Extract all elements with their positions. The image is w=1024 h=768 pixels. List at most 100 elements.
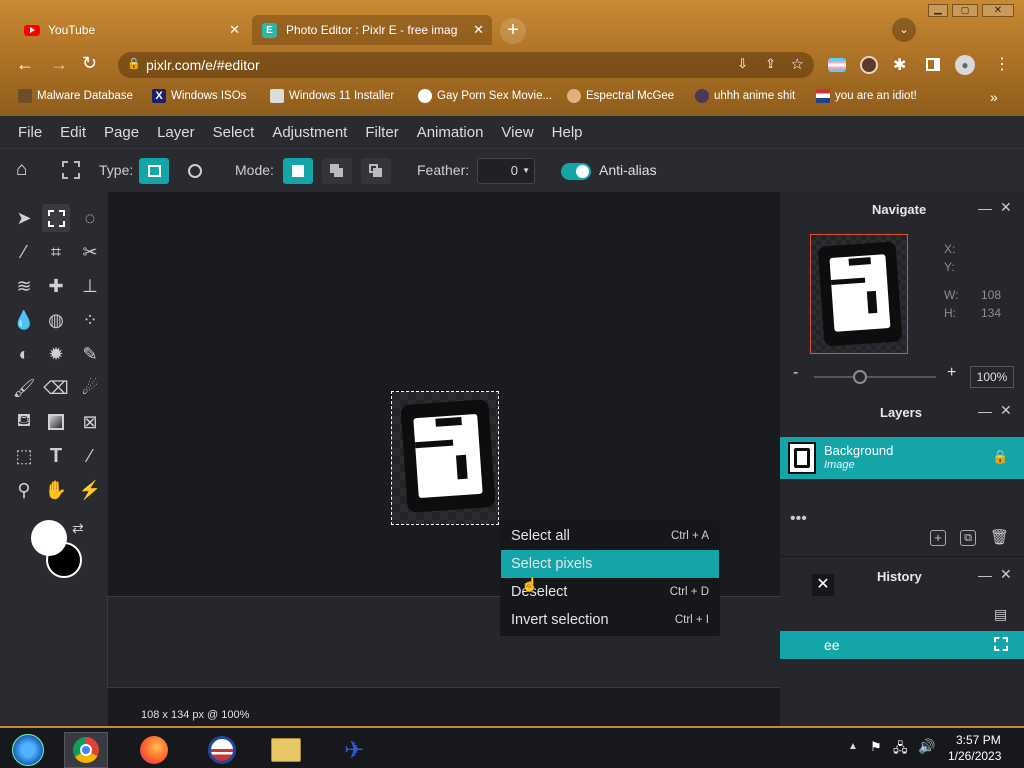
action-center-flag-icon[interactable]: ⚑ xyxy=(870,739,882,755)
taskbar-app[interactable]: ✈ xyxy=(332,732,376,768)
image-canvas[interactable] xyxy=(391,391,499,525)
anti-alias-toggle[interactable] xyxy=(561,163,591,180)
clone-stamp-tool-icon[interactable]: ⊥ xyxy=(76,272,104,300)
new-tab-button[interactable]: + xyxy=(500,18,526,44)
smudge-tool-icon[interactable]: ☄ xyxy=(76,374,104,402)
extensions-puzzle-icon[interactable]: ✱ xyxy=(893,55,906,75)
side-panel-icon[interactable] xyxy=(926,58,940,71)
zoom-input[interactable]: 100% xyxy=(970,366,1014,388)
cutout-tool-icon[interactable]: ✂ xyxy=(76,238,104,266)
start-button[interactable] xyxy=(6,732,50,768)
clock-time[interactable]: 3:57 PM xyxy=(956,733,1001,747)
brush-tool-icon[interactable]: 🖌 xyxy=(10,374,38,402)
menu-select[interactable]: Select xyxy=(213,124,255,141)
close-icon[interactable]: ✕ xyxy=(1000,402,1012,419)
menu-adjustment[interactable]: Adjustment xyxy=(272,124,347,141)
pencil-tool-icon[interactable]: ✎ xyxy=(76,340,104,368)
color-replace-tool-icon[interactable]: ◐ xyxy=(10,340,38,368)
menu-item-invert-selection[interactable]: Invert selection Ctrl + I xyxy=(501,606,719,634)
close-tab-icon[interactable]: ✕ xyxy=(229,22,240,38)
zoom-out-button[interactable]: - xyxy=(793,364,798,382)
tab-search-button[interactable]: ⌄ xyxy=(892,18,916,42)
install-icon[interactable]: ⇩ xyxy=(737,56,748,72)
reload-icon[interactable]: ↻ xyxy=(82,53,97,74)
menu-page[interactable]: Page xyxy=(104,124,139,141)
drawing-tool-icon[interactable]: ⬚ xyxy=(10,442,38,470)
type-ellipse-button[interactable] xyxy=(180,158,210,184)
close-tab-icon[interactable]: ✕ xyxy=(473,22,484,38)
close-panel-button[interactable]: ✕ xyxy=(812,574,834,596)
mode-subtract-button[interactable] xyxy=(361,158,391,184)
mode-new-button[interactable] xyxy=(283,158,313,184)
profile-extension-icon[interactable] xyxy=(860,56,878,74)
address-bar[interactable]: 🔒 pixlr.com/e/#editor ⇩ ⇪ ☆ xyxy=(118,52,814,78)
marquee-select-tool-icon[interactable] xyxy=(42,204,70,232)
gradient-tool-icon[interactable] xyxy=(42,408,70,436)
menu-layer[interactable]: Layer xyxy=(157,124,195,141)
foreground-color-swatch[interactable] xyxy=(31,520,67,556)
navigator-thumbnail[interactable] xyxy=(810,234,908,354)
dodge-tool-icon[interactable]: ⁘ xyxy=(76,306,104,334)
bookmark-windows-isos[interactable]: X Windows ISOs xyxy=(152,89,246,103)
type-rectangle-button[interactable] xyxy=(139,158,169,184)
lasso-tool-icon[interactable]: ◌ xyxy=(76,204,104,232)
menu-edit[interactable]: Edit xyxy=(60,124,86,141)
hand-tool-icon[interactable]: ✋ xyxy=(42,476,70,504)
collapse-icon[interactable]: — xyxy=(978,567,992,583)
clock-date[interactable]: 1/26/2023 xyxy=(948,749,1001,763)
crop-tool-icon[interactable]: ⌗ xyxy=(42,238,70,266)
zoom-slider-track[interactable] xyxy=(814,376,936,378)
fill-tool-icon[interactable]: ⛾ xyxy=(10,408,38,436)
mode-add-button[interactable] xyxy=(322,158,352,184)
duplicate-layer-icon[interactable]: ⧉ xyxy=(960,530,976,546)
collapse-icon[interactable]: — xyxy=(978,403,992,419)
tab-youtube[interactable]: YouTube ✕ xyxy=(14,15,248,45)
collapse-icon[interactable]: — xyxy=(978,200,992,216)
layer-row-background[interactable]: Background Image 🔒 xyxy=(780,437,1024,479)
sponge-tool-icon[interactable]: ◍ xyxy=(42,306,70,334)
tab-pixlr[interactable]: E Photo Editor : Pixlr E - free image ✕ xyxy=(252,15,492,45)
home-icon[interactable]: ⌂ xyxy=(16,159,27,181)
window-minimize-button[interactable]: ▁ xyxy=(928,4,948,17)
bookmark-uhhh-anime-shit[interactable]: uhhh anime shit xyxy=(695,89,795,103)
menu-filter[interactable]: Filter xyxy=(365,124,398,141)
trans-flag-extension-icon[interactable] xyxy=(828,58,846,72)
eraser-tool-icon[interactable]: ⌫ xyxy=(42,374,70,402)
liquify-tool-icon[interactable]: ≋ xyxy=(10,272,38,300)
layers-more-icon[interactable]: ••• xyxy=(790,511,807,527)
heal-tool-icon[interactable]: ✚ xyxy=(42,272,70,300)
lock-icon[interactable]: 🔒 xyxy=(992,449,1008,465)
close-icon[interactable]: ✕ xyxy=(1000,199,1012,216)
forward-icon[interactable]: → xyxy=(50,54,68,75)
back-icon[interactable]: ← xyxy=(16,54,34,75)
wand-tool-icon[interactable]: ⁄ xyxy=(10,238,38,266)
bookmark-star-icon[interactable]: ☆ xyxy=(791,55,804,73)
taskbar-chrome[interactable] xyxy=(64,732,108,768)
volume-icon[interactable]: 🔊 xyxy=(918,738,935,755)
menu-item-select-all[interactable]: Select all Ctrl + A xyxy=(501,522,719,550)
burn-tool-icon[interactable]: ✹ xyxy=(42,340,70,368)
menu-view[interactable]: View xyxy=(501,124,533,141)
bookmark-gay-porn-sex-movie[interactable]: Gay Porn Sex Movie... xyxy=(418,89,552,103)
eyedropper-tool-icon[interactable]: ⁄ xyxy=(76,442,104,470)
delete-layer-icon[interactable]: 🗑 xyxy=(990,528,1009,546)
history-row-active[interactable]: ee xyxy=(780,631,1024,659)
bookmark-malware-database[interactable]: Malware Database xyxy=(18,89,133,103)
add-layer-icon[interactable]: + xyxy=(930,530,946,546)
window-maximize-button[interactable]: ▢ xyxy=(952,4,978,17)
network-icon[interactable]: 🖧 xyxy=(893,739,908,761)
share-icon[interactable]: ⇪ xyxy=(765,56,776,72)
window-close-button[interactable]: ✕ xyxy=(982,4,1014,17)
arrange-tool-icon[interactable]: ➤ xyxy=(10,204,38,232)
zoom-in-button[interactable]: + xyxy=(947,364,956,382)
quick-action-tool-icon[interactable]: ⚡ xyxy=(76,476,104,504)
account-avatar-icon[interactable]: ● xyxy=(955,55,975,75)
close-icon[interactable]: ✕ xyxy=(1000,566,1012,583)
tray-overflow-icon[interactable]: ▲ xyxy=(848,741,858,752)
menu-help[interactable]: Help xyxy=(552,124,583,141)
menu-animation[interactable]: Animation xyxy=(417,124,484,141)
swap-colors-icon[interactable]: ⇄ xyxy=(72,520,84,537)
taskbar-campaign-logo[interactable] xyxy=(200,732,244,768)
canvas-area[interactable]: 108 x 134 px @ 100% xyxy=(107,192,835,726)
bookmark-espectral-mcgee[interactable]: Espectral McGee xyxy=(567,89,674,103)
